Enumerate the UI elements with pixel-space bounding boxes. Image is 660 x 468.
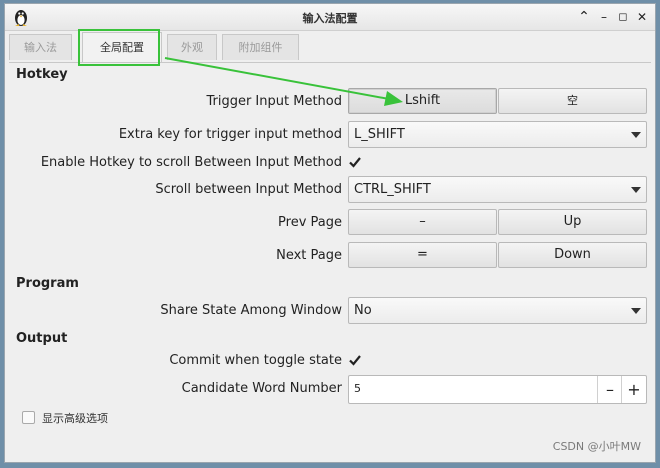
enable-scroll-checkbox[interactable] xyxy=(348,155,362,169)
chevron-down-icon xyxy=(631,308,641,314)
decrement-button[interactable]: – xyxy=(597,376,622,403)
scroll-between-value: CTRL_SHIFT xyxy=(354,182,431,197)
trigger-key2-button[interactable]: 空 xyxy=(498,88,647,114)
section-hotkey: Hotkey xyxy=(16,67,68,82)
section-program: Program xyxy=(16,276,79,291)
config-window: 输入法配置 ⌃ – ◻ ✕ 输入法 全局配置 外观 附加组件 Hotkey Tr… xyxy=(4,3,656,463)
maximize-button[interactable]: ◻ xyxy=(615,9,631,25)
share-state-label: Share State Among Window xyxy=(160,303,342,318)
trigger-label: Trigger Input Method xyxy=(206,94,342,109)
commit-toggle-checkbox[interactable] xyxy=(348,353,362,367)
extra-key-select[interactable]: L_SHIFT xyxy=(348,121,647,148)
trigger-key-button[interactable]: Lshift xyxy=(348,88,497,114)
candidate-number-value: 5 xyxy=(354,382,361,395)
close-button[interactable]: ✕ xyxy=(634,9,650,25)
tab-addons[interactable]: 附加组件 xyxy=(222,34,299,60)
advanced-options-label: 显示高级选项 xyxy=(42,412,108,425)
scroll-between-select[interactable]: CTRL_SHIFT xyxy=(348,176,647,203)
prev-page-label: Prev Page xyxy=(278,215,342,230)
next-page-key-button[interactable]: = xyxy=(348,242,497,268)
prev-page-key2-button[interactable]: Up xyxy=(498,209,647,235)
section-output: Output xyxy=(16,331,68,346)
enable-scroll-label: Enable Hotkey to scroll Between Input Me… xyxy=(40,155,342,170)
collapse-button[interactable]: ⌃ xyxy=(576,9,592,25)
advanced-options-checkbox[interactable] xyxy=(22,411,35,424)
share-state-select[interactable]: No xyxy=(348,297,647,324)
scroll-between-label: Scroll between Input Method xyxy=(155,182,342,197)
next-page-key2-button[interactable]: Down xyxy=(498,242,647,268)
commit-toggle-label: Commit when toggle state xyxy=(169,353,342,368)
annotation-highlight-box xyxy=(78,29,160,66)
share-state-value: No xyxy=(354,303,372,318)
window-title: 输入法配置 xyxy=(302,12,358,25)
extra-key-value: L_SHIFT xyxy=(354,127,405,142)
watermark: CSDN @小叶MW xyxy=(552,440,641,453)
extra-key-label: Extra key for trigger input method xyxy=(118,127,342,142)
minimize-button[interactable]: – xyxy=(596,9,612,25)
increment-button[interactable]: + xyxy=(621,376,646,403)
tab-appearance[interactable]: 外观 xyxy=(167,34,217,60)
candidate-number-spinbox[interactable]: 5 – + xyxy=(348,375,647,404)
candidate-number-label: Candidate Word Number xyxy=(181,381,342,396)
title-bar[interactable]: 输入法配置 ⌃ – ◻ ✕ xyxy=(5,4,655,31)
prev-page-key-button[interactable]: – xyxy=(348,209,497,235)
chevron-down-icon xyxy=(631,132,641,138)
next-page-label: Next Page xyxy=(276,248,342,263)
tab-input-methods[interactable]: 输入法 xyxy=(9,34,72,60)
chevron-down-icon xyxy=(631,187,641,193)
trigger-key2-label: 空 xyxy=(567,94,578,107)
